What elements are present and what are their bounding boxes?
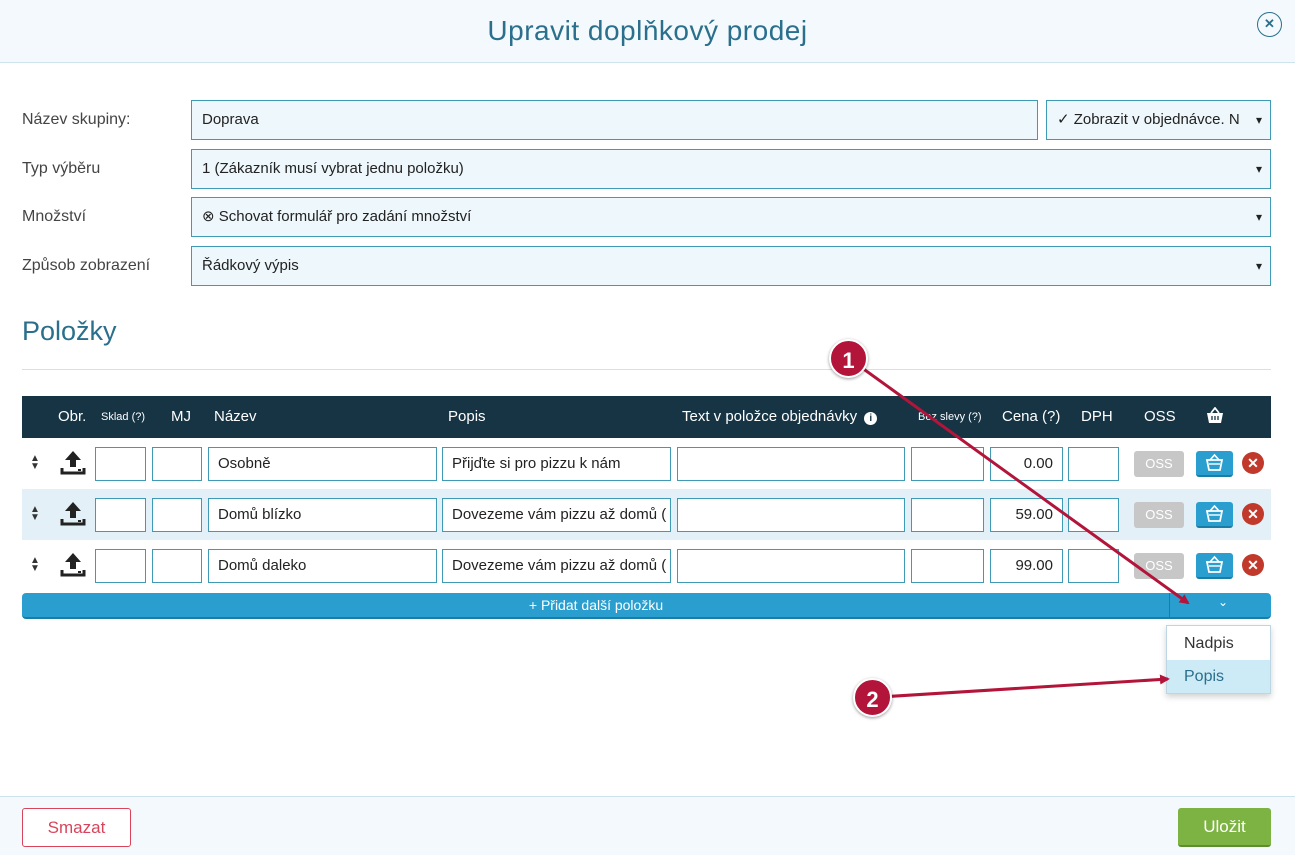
- col-name: Název: [214, 408, 257, 425]
- basket-button[interactable]: [1196, 553, 1233, 579]
- price-input[interactable]: 59.00: [990, 498, 1063, 532]
- basket-button[interactable]: [1196, 502, 1233, 528]
- order-text-input[interactable]: [677, 549, 905, 583]
- name-input[interactable]: Domů blízko: [208, 498, 437, 532]
- description-input[interactable]: Dovezeme vám pizzu až domů (: [442, 498, 671, 532]
- group-name-input[interactable]: Doprava: [191, 100, 1038, 140]
- price-input[interactable]: 0.00: [990, 447, 1063, 481]
- display-in-order-select[interactable]: ✓ Zobrazit v objednávce. N ▾: [1046, 100, 1271, 140]
- chevron-down-icon: ▾: [1255, 113, 1262, 127]
- add-item-button[interactable]: + Přidat další položku: [22, 597, 1170, 613]
- selection-type-value: 1 (Zákazník musí vybrat jednu položku): [202, 160, 464, 177]
- remove-item-icon[interactable]: ✕: [1242, 452, 1264, 474]
- unit-input[interactable]: [152, 498, 202, 532]
- quantity-select[interactable]: ⊗ Schovat formulář pro zadání množství ▾: [191, 197, 1271, 237]
- items-table-header: Obr. Sklad (?) MJ Název Popis Text v pol…: [22, 396, 1271, 438]
- upload-icon[interactable]: [60, 551, 86, 582]
- menu-item-heading[interactable]: Nadpis: [1167, 627, 1270, 660]
- dialog-header: Upravit doplňkový prodej ✕: [0, 0, 1295, 63]
- no-discount-input[interactable]: [911, 447, 984, 481]
- col-oss: OSS: [1144, 408, 1176, 425]
- chevron-down-icon[interactable]: ⌄: [1218, 595, 1228, 609]
- vat-input[interactable]: [1068, 549, 1119, 583]
- description-input[interactable]: Dovezeme vám pizzu až domů (: [442, 549, 671, 583]
- add-item-split-button: + Přidat další položku ⌄: [22, 593, 1271, 619]
- sort-handle-icon[interactable]: ▲ ▼: [30, 556, 40, 574]
- items-section-title: Položky: [22, 316, 117, 346]
- col-price[interactable]: Cena (?): [1002, 408, 1060, 425]
- info-icon[interactable]: i: [864, 412, 878, 425]
- order-text-input[interactable]: [677, 447, 905, 481]
- split-divider: [1169, 593, 1170, 619]
- price-input[interactable]: 99.00: [990, 549, 1063, 583]
- upload-icon[interactable]: [60, 500, 86, 531]
- stock-input[interactable]: [95, 498, 146, 532]
- name-input[interactable]: Domů daleko: [208, 549, 437, 583]
- sort-handle-icon[interactable]: ▲ ▼: [30, 505, 40, 523]
- save-button[interactable]: Uložit: [1178, 808, 1271, 847]
- col-stock[interactable]: Sklad (?): [101, 411, 145, 423]
- section-divider: [22, 369, 1271, 370]
- display-in-order-value: ✓ Zobrazit v objednávce. N: [1057, 111, 1240, 128]
- description-input[interactable]: Přijďte si pro pizzu k nám: [442, 447, 671, 481]
- col-order-text-label: Text v položce objednávky: [682, 408, 858, 425]
- callout-badge: 1: [829, 339, 868, 378]
- quantity-value: ⊗ Schovat formulář pro zadání množství: [202, 208, 472, 225]
- display-mode-select[interactable]: Řádkový výpis ▾: [191, 246, 1271, 286]
- quantity-label: Množství: [22, 208, 87, 225]
- col-vat: DPH: [1081, 408, 1113, 425]
- table-row: ▲ ▼ Domů daleko Dovezeme vám pizzu až dom…: [22, 540, 1271, 591]
- unit-input[interactable]: [152, 549, 202, 583]
- close-icon[interactable]: ✕: [1257, 12, 1282, 37]
- chevron-down-icon: ▾: [1255, 259, 1262, 273]
- oss-button[interactable]: OSS: [1134, 451, 1184, 477]
- basket-icon: [1205, 453, 1224, 471]
- oss-button[interactable]: OSS: [1134, 502, 1184, 528]
- selection-type-label: Typ výběru: [22, 160, 101, 177]
- name-input[interactable]: Osobně: [208, 447, 437, 481]
- menu-item-description[interactable]: Popis: [1167, 660, 1270, 693]
- dialog-title: Upravit doplňkový prodej: [487, 15, 808, 46]
- order-text-input[interactable]: [677, 498, 905, 532]
- edit-upsell-dialog: Upravit doplňkový prodej ✕ Název skupiny…: [0, 0, 1295, 855]
- oss-button[interactable]: OSS: [1134, 553, 1184, 579]
- no-discount-input[interactable]: [911, 498, 984, 532]
- col-image: Obr.: [58, 408, 87, 425]
- col-no-discount[interactable]: Bez slevy (?): [918, 411, 982, 423]
- table-row: ▲ ▼ Osobně Přijďte si pro pizzu k nám 0.0…: [22, 438, 1271, 489]
- remove-item-icon[interactable]: ✕: [1242, 554, 1264, 576]
- basket-icon: [1205, 555, 1224, 573]
- unit-input[interactable]: [152, 447, 202, 481]
- vat-input[interactable]: [1068, 498, 1119, 532]
- dialog-footer: Smazat Uložit: [0, 797, 1295, 855]
- chevron-down-icon: ▾: [1255, 210, 1262, 224]
- stock-input[interactable]: [95, 447, 146, 481]
- vat-input[interactable]: [1068, 447, 1119, 481]
- upload-icon[interactable]: [60, 449, 86, 480]
- callout-badge: 2: [853, 678, 892, 717]
- col-order-text: Text v položce objednávky i: [682, 408, 878, 425]
- basket-button[interactable]: [1196, 451, 1233, 477]
- delete-button[interactable]: Smazat: [22, 808, 131, 847]
- selection-type-select[interactable]: 1 (Zákazník musí vybrat jednu položku) ▾: [191, 149, 1271, 189]
- col-description: Popis: [448, 408, 486, 425]
- table-row: ▲ ▼ Domů blízko Dovezeme vám pizzu až dom…: [22, 489, 1271, 540]
- col-unit: MJ: [171, 408, 191, 425]
- sort-handle-icon[interactable]: ▲ ▼: [30, 454, 40, 472]
- basket-icon: [1205, 504, 1224, 522]
- basket-icon: [1206, 406, 1224, 428]
- chevron-down-icon: ▾: [1255, 162, 1262, 176]
- add-item-dropdown-menu: Nadpis Popis: [1166, 625, 1271, 694]
- display-mode-label: Způsob zobrazení: [22, 257, 151, 274]
- group-name-label: Název skupiny:: [22, 111, 131, 128]
- remove-item-icon[interactable]: ✕: [1242, 503, 1264, 525]
- no-discount-input[interactable]: [911, 549, 984, 583]
- stock-input[interactable]: [95, 549, 146, 583]
- display-mode-value: Řádkový výpis: [202, 257, 299, 274]
